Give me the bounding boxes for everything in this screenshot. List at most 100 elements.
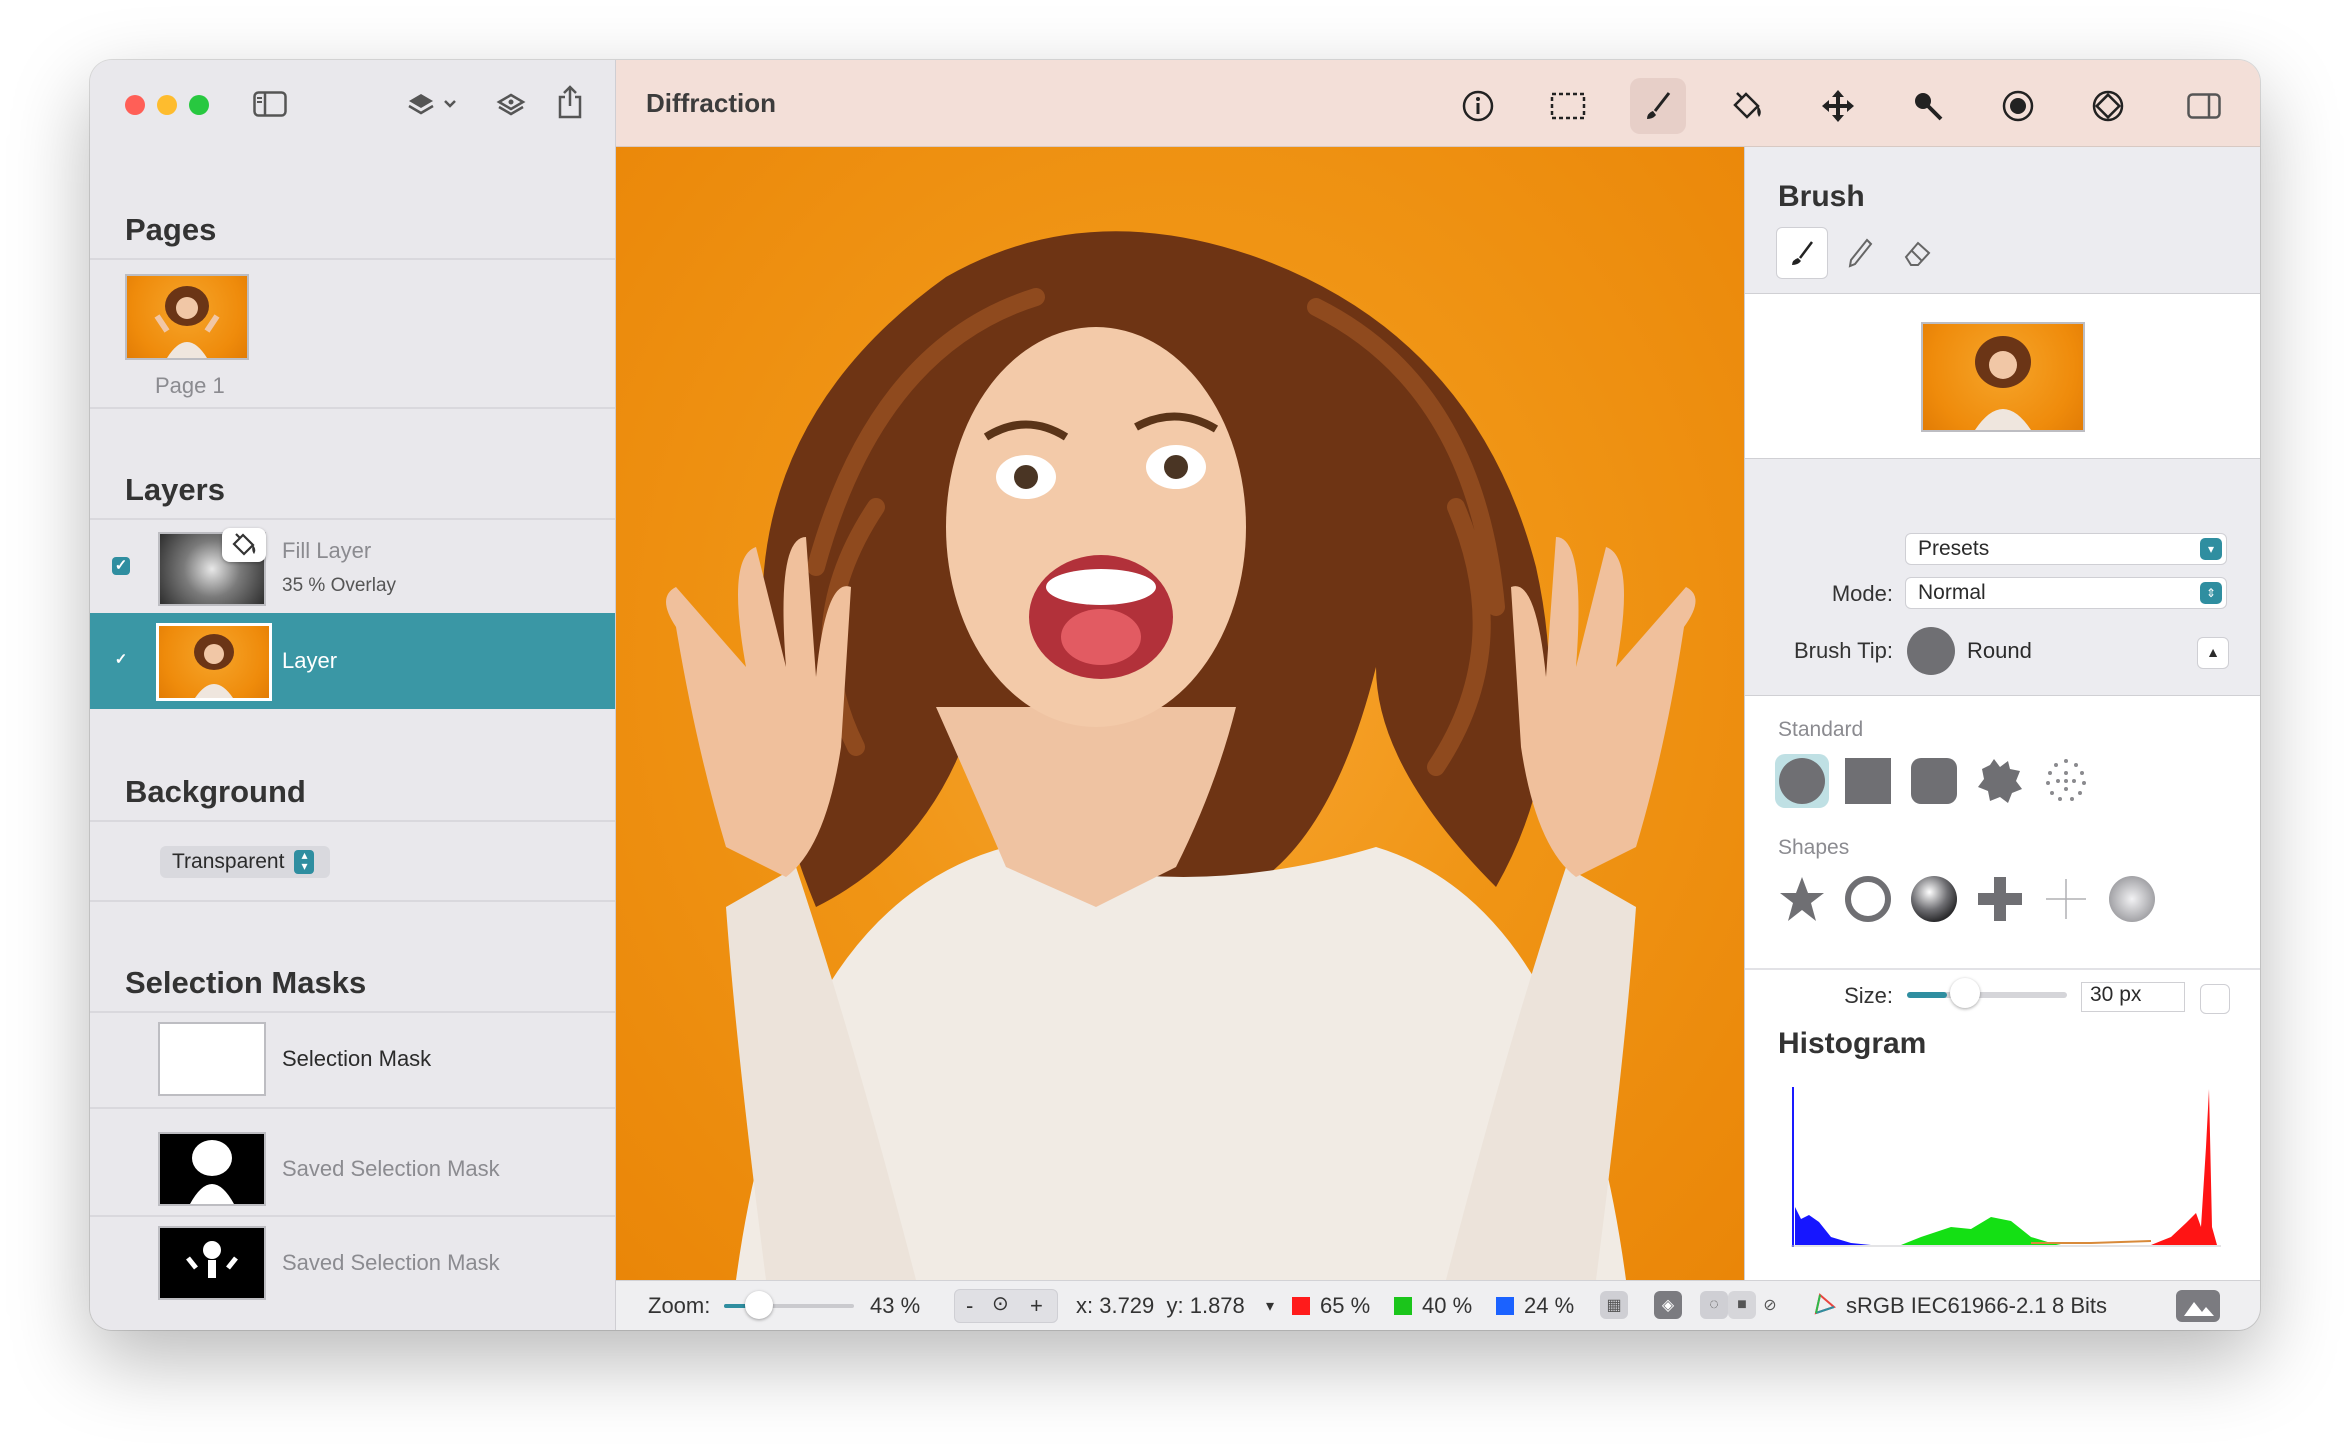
shape-cross-icon[interactable] (1973, 872, 2027, 926)
green-value: 40 % (1422, 1293, 1473, 1318)
tip-round-icon[interactable] (1775, 754, 1829, 808)
layer-visibility-checkbox[interactable]: ✓ (112, 557, 130, 575)
zoom-value: 43 % (870, 1293, 921, 1318)
layer-row-selected[interactable]: ✓ Layer (90, 613, 615, 709)
zoom-slider[interactable] (724, 1304, 854, 1308)
photo-subject (666, 231, 1696, 1280)
divider (90, 900, 615, 902)
chevron-up-icon[interactable]: ▲ (2197, 637, 2229, 669)
layer-add-icon[interactable] (493, 86, 529, 122)
page-label: Page 1 (155, 373, 225, 398)
brush-mode-icon[interactable] (1776, 227, 1828, 279)
info-icon[interactable] (1450, 78, 1506, 134)
red-value: 65 % (1320, 1293, 1371, 1318)
brush-title: Brush (1778, 180, 1865, 213)
histogram-heading: Histogram (1778, 1027, 1926, 1061)
image-canvas[interactable] (616, 147, 1744, 1280)
brush-tip-preview[interactable] (1907, 627, 1955, 675)
shape-star-icon[interactable] (1775, 872, 1829, 926)
size-slider-knob[interactable] (1950, 978, 1980, 1008)
size-slider[interactable] (1907, 992, 2067, 998)
divider (90, 820, 615, 822)
magic-wand-icon[interactable] (1900, 78, 1956, 134)
rect-select-icon[interactable] (1540, 78, 1596, 134)
brush-preview-thumbnail (1921, 322, 2085, 432)
tip-rounded-square-icon[interactable] (1907, 754, 1961, 808)
layer-detail: 35 % Overlay (282, 575, 397, 596)
selection-circle-icon[interactable] (1990, 78, 2046, 134)
pencil-icon[interactable] (1840, 233, 1880, 273)
frame-icon[interactable]: ■ (1728, 1291, 1756, 1319)
layers-stack-icon[interactable] (405, 86, 461, 122)
fill-bucket-icon (222, 528, 266, 562)
divider (90, 518, 615, 520)
close-button[interactable] (125, 95, 145, 115)
shape-texture-icon[interactable] (2105, 872, 2159, 926)
blue-value: 24 % (1524, 1293, 1575, 1318)
inspector-toggle-icon[interactable] (2176, 78, 2232, 134)
divider (1745, 968, 2260, 970)
layer-visibility-checkbox[interactable]: ✓ (112, 651, 130, 669)
tip-splatter-icon[interactable] (1973, 754, 2027, 808)
shape-sphere-icon[interactable] (1907, 872, 1961, 926)
zoom-slider-knob[interactable] (744, 1291, 773, 1319)
chevron-down-icon[interactable]: ▾ (1266, 1296, 1274, 1316)
grid-icon[interactable]: ▦ (1600, 1291, 1628, 1319)
mask-thumbnail (158, 1022, 266, 1096)
layer-thumbnail (156, 623, 272, 701)
sidebar-toolbar (90, 60, 615, 146)
background-title: Background (125, 774, 306, 809)
mask-name: Saved Selection Mask (282, 1156, 500, 1181)
page-thumbnail[interactable] (125, 274, 249, 360)
shape-ring-icon[interactable] (1841, 872, 1895, 926)
zoom-label: Zoom: (648, 1293, 711, 1318)
divider (90, 1215, 615, 1217)
divider (90, 1011, 615, 1013)
zoom-fit-icon[interactable]: ⊙ (992, 1291, 1009, 1316)
size-label: Size: (1844, 983, 1893, 1005)
share-icon[interactable] (552, 82, 588, 122)
sidebar: Pages Page 1 Layers ✓ Fill Layer 35 % Ov… (90, 60, 616, 1330)
image-preview-icon[interactable] (2176, 1290, 2220, 1322)
tip-spray-icon[interactable] (2039, 754, 2093, 808)
brush-tip-value: Round (1967, 638, 2032, 663)
mode-select[interactable]: Normal ⇕ (1905, 577, 2227, 609)
focus-icon[interactable]: ◌ (1700, 1291, 1728, 1319)
brush-tip-label: Brush Tip: (1793, 638, 1893, 663)
shapes-label: Shapes (1778, 836, 1850, 859)
document-toolbar: Diffraction (616, 60, 2260, 147)
zoom-out-button[interactable]: - (966, 1293, 973, 1319)
mask-name: Saved Selection Mask (282, 1250, 500, 1275)
hide-icon[interactable]: ⊘ (1756, 1291, 1784, 1319)
brush-preview-panel (1745, 293, 2260, 459)
mode-value: Normal (1918, 581, 1986, 604)
app-window: Pages Page 1 Layers ✓ Fill Layer 35 % Ov… (90, 60, 2260, 1330)
mask-thumbnail (158, 1132, 266, 1206)
mask-icon[interactable] (2080, 78, 2136, 134)
brush-icon[interactable] (1630, 78, 1686, 134)
divider (90, 1107, 615, 1109)
background-select[interactable]: Transparent ▴ ▾ (160, 846, 330, 878)
sidebar-toggle-icon[interactable] (250, 88, 290, 120)
size-field[interactable]: 30 px (2081, 982, 2185, 1012)
move-icon[interactable] (1810, 78, 1866, 134)
pencil-edit-icon[interactable] (2200, 984, 2230, 1014)
mode-label: Mode: (1831, 581, 1893, 606)
minimize-button[interactable] (157, 95, 177, 115)
snap-icon[interactable]: ◈ (1654, 1291, 1682, 1319)
eraser-icon[interactable] (1897, 233, 1937, 273)
zoom-window-button[interactable] (189, 95, 209, 115)
zoom-in-button[interactable]: + (1030, 1293, 1043, 1319)
inspector-panel: Brush Presets ▾ Mode: Normal ⇕ Brush Tip… (1744, 147, 2260, 1282)
shape-thin-cross-icon[interactable] (2039, 872, 2093, 926)
selection-masks-title: Selection Masks (125, 965, 367, 1000)
tip-square-icon[interactable] (1841, 754, 1895, 808)
histogram-chart (1791, 1087, 2221, 1247)
divider (90, 407, 615, 409)
layer-name: Fill Layer (282, 538, 372, 563)
presets-label: Presets (1918, 537, 1990, 560)
presets-select[interactable]: Presets ▾ (1905, 533, 2227, 565)
divider (90, 258, 615, 260)
histogram-title-text: Histogram (1778, 1027, 1927, 1060)
fill-bucket-icon[interactable] (1720, 78, 1776, 134)
